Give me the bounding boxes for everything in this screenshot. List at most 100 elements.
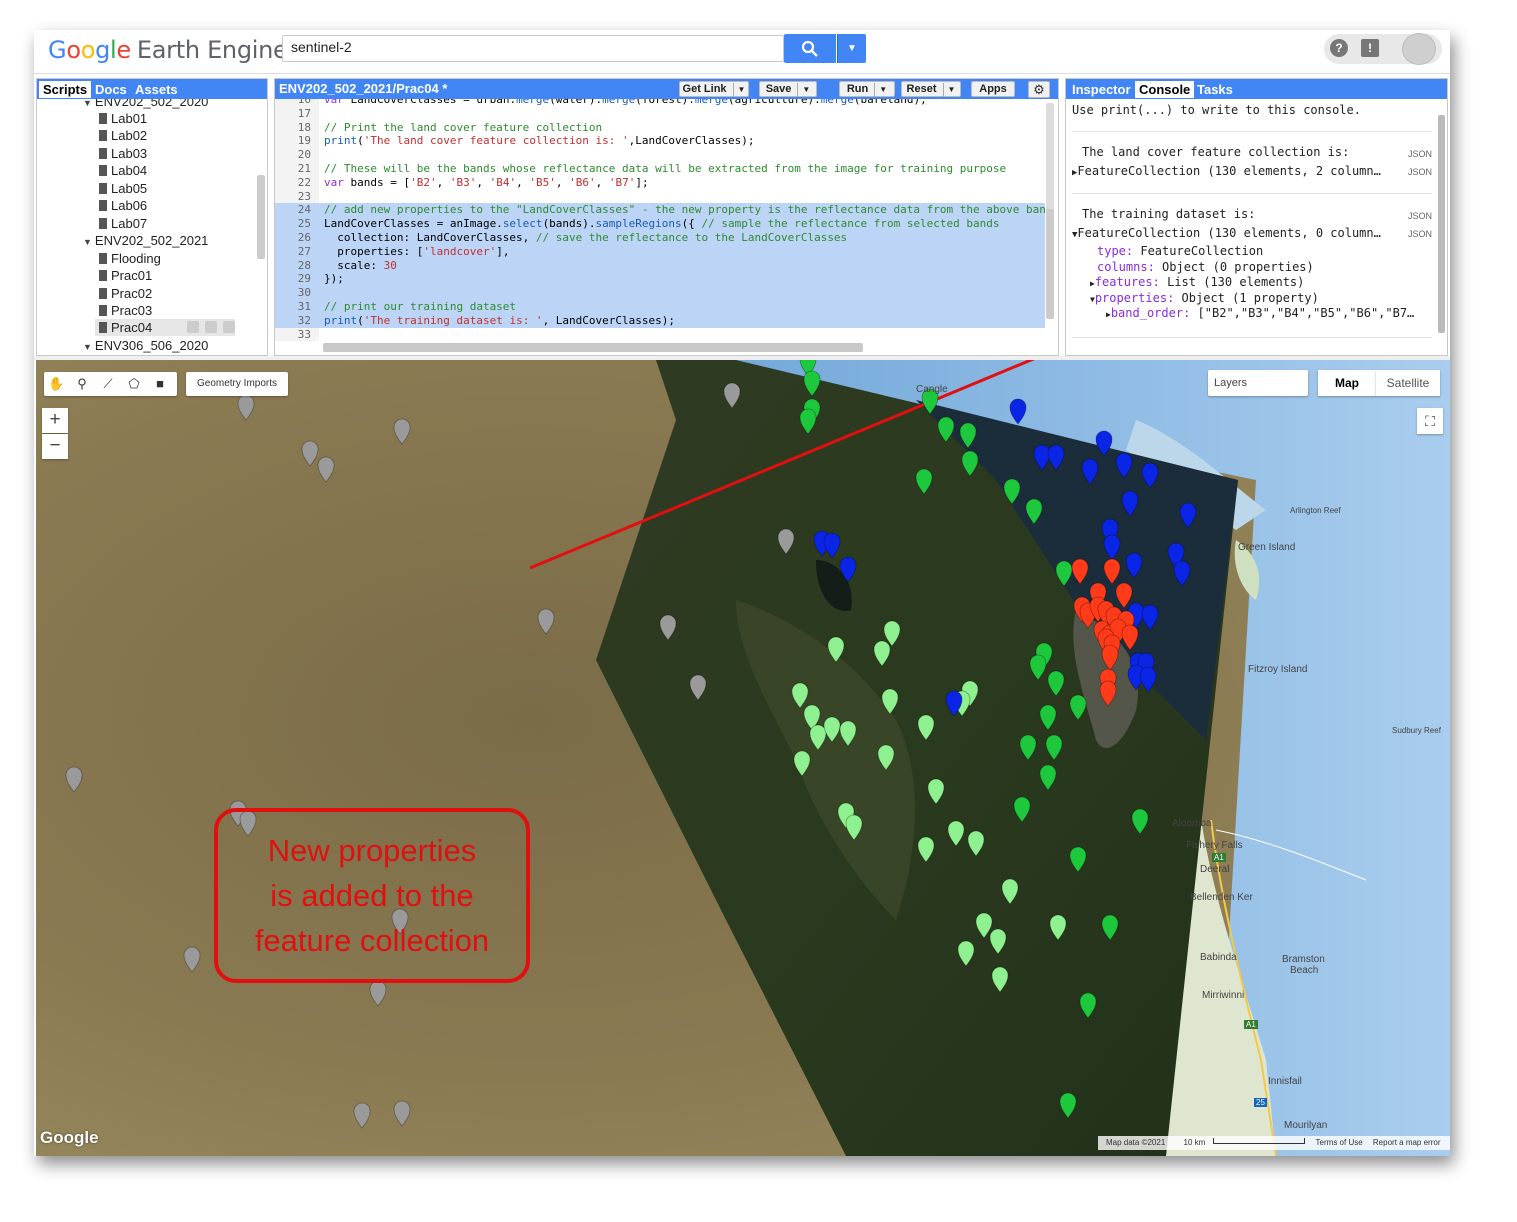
map-type-satellite-button[interactable]: Satellite (1376, 370, 1440, 396)
zoom-out-button[interactable]: − (42, 434, 68, 459)
script-tree: ▼ ENV202_502_2020 Lab01 Lab02 Lab03 Lab04… (37, 99, 259, 355)
tab-docs[interactable]: Docs (91, 81, 131, 98)
history-icon[interactable] (187, 321, 199, 333)
code-line[interactable]: 32 print('The training dataset is: ', Lan… (275, 313, 1045, 328)
draw-rectangle-icon[interactable]: ■ (152, 376, 168, 392)
tree-file[interactable]: Lab03 (99, 145, 147, 162)
tab-assets[interactable]: Assets (131, 81, 182, 98)
get-link-button[interactable]: Get Link ▼ (679, 81, 749, 97)
editor-hscrollbar[interactable] (323, 343, 863, 352)
console-output: Use print(...) to write to this console.… (1066, 99, 1438, 355)
code-area[interactable]: 16 var LandCoverClasses = urban.merge(wat… (275, 99, 1045, 341)
code-line[interactable]: 29}); (275, 272, 1045, 287)
apps-button[interactable]: Apps (971, 81, 1015, 97)
layers-button[interactable]: Layers (1208, 370, 1308, 396)
reset-button[interactable]: Reset ▼ (901, 81, 961, 97)
script-title: ENV202_502_2021/Prac04 * (279, 81, 448, 96)
tab-tasks[interactable]: Tasks (1193, 81, 1237, 98)
console-prop-columns[interactable]: columns: Object (0 properties) (1097, 260, 1314, 275)
code-line[interactable]: 17 (275, 107, 1045, 121)
code-line[interactable]: 30 (275, 286, 1045, 301)
map-view[interactable]: ✋ ⚲ ⟋ ⬠ ■ Geometry Imports + − Layers Ma… (36, 360, 1450, 1156)
scripts-panel: Scripts Docs Assets ▼ ENV202_502_2020 Lab… (36, 78, 268, 356)
feedback-icon[interactable]: ! (1361, 39, 1379, 57)
json-button[interactable]: JSON (1408, 167, 1432, 177)
tree-folder[interactable]: ▼ ENV202_502_2020 (83, 99, 208, 110)
place-label: Bellenden Ker (1190, 892, 1253, 903)
chevron-down-icon: ▼ (797, 83, 810, 97)
editor-vscrollbar[interactable] (1046, 209, 1054, 319)
tree-file-selected[interactable]: Prac04 (95, 319, 235, 336)
search-button[interactable] (784, 34, 836, 63)
code-line[interactable]: 31// print our training dataset (275, 300, 1045, 314)
search-input[interactable]: sentinel-2 (282, 35, 784, 62)
report-error-link[interactable]: Report a map error (1373, 1138, 1441, 1147)
json-button[interactable]: JSON (1408, 149, 1432, 159)
map-type-map-button[interactable]: Map (1318, 370, 1376, 396)
search-dropdown-button[interactable]: ▼ (837, 34, 866, 63)
tree-file[interactable]: Lab07 (99, 215, 147, 232)
tree-file[interactable]: Lab02 (99, 127, 147, 144)
tree-file[interactable]: Lab04 (99, 162, 147, 179)
tree-folder[interactable]: ▼ ENV306_506_2020 (83, 337, 208, 354)
tree-file[interactable]: Lab05 (99, 180, 147, 197)
code-line[interactable]: 21// These will be the bands whose refle… (275, 162, 1045, 176)
save-button[interactable]: Save ▼ (759, 81, 817, 97)
top-header: Google Earth Engine sentinel-2 ▼ ? ! (34, 30, 1450, 74)
tree-folder[interactable]: ▼ ENV202_502_2021 (83, 232, 208, 249)
json-button[interactable]: JSON (1408, 229, 1432, 239)
draw-line-icon[interactable]: ⟋ (100, 376, 116, 392)
scale-bar (1213, 1138, 1306, 1144)
tree-file[interactable]: Lab01 (99, 110, 147, 127)
terms-link[interactable]: Terms of Use (1316, 1138, 1363, 1147)
code-line[interactable]: 24// add new properties to the "LandCove… (275, 203, 1045, 218)
console-prop-properties[interactable]: ▼properties: Object (1 property) (1090, 291, 1319, 306)
tree-file[interactable]: Prac03 (99, 302, 152, 319)
drawing-tools: ✋ ⚲ ⟋ ⬠ ■ (44, 372, 177, 396)
code-line[interactable]: 27 properties: ['landcover'], (275, 244, 1045, 259)
code-line[interactable]: 26 collection: LandCoverClasses, // save… (275, 231, 1045, 245)
add-marker-icon[interactable]: ⚲ (74, 376, 90, 392)
avatar[interactable] (1402, 33, 1436, 65)
tree-file[interactable]: Prac01 (99, 267, 152, 284)
console-hint: Use print(...) to write to this console. (1072, 103, 1361, 117)
code-line[interactable]: 33 (275, 328, 1045, 341)
gear-icon[interactable]: ⚙ (1028, 81, 1050, 98)
chevron-down-icon: ▼ (942, 83, 955, 97)
tab-inspector[interactable]: Inspector (1068, 81, 1135, 98)
scripts-scrollbar[interactable] (257, 175, 265, 259)
tree-file[interactable]: Lab06 (99, 197, 147, 214)
geometry-imports-button[interactable]: Geometry Imports (186, 372, 288, 396)
code-line[interactable]: 28 scale: 30 (275, 258, 1045, 273)
tab-scripts[interactable]: Scripts (39, 81, 92, 98)
help-icon[interactable]: ? (1330, 39, 1348, 57)
code-line[interactable]: 19 print('The land cover feature collecti… (275, 134, 1045, 148)
code-line[interactable]: 25 LandCoverClasses = anImage.select(band… (275, 217, 1045, 232)
file-icon (99, 253, 107, 264)
console-object[interactable]: ▼FeatureCollection (130 elements, 0 colu… (1072, 226, 1381, 241)
code-line[interactable]: 18// Print the land cover feature collec… (275, 121, 1045, 135)
tree-file[interactable]: Prac02 (99, 285, 152, 302)
json-button[interactable]: JSON (1408, 211, 1432, 221)
scripts-panel-tabs: Scripts Docs Assets (37, 79, 267, 99)
code-line[interactable]: 22 var bands = ['B2', 'B3', 'B4', 'B5', '… (275, 176, 1045, 190)
code-line[interactable]: 20 (275, 148, 1045, 162)
code-line[interactable]: 23 (275, 190, 1045, 204)
console-scrollbar[interactable] (1438, 115, 1445, 333)
run-button[interactable]: Run ▼ (839, 81, 895, 97)
code-line[interactable]: 16 var LandCoverClasses = urban.merge(wat… (275, 99, 1045, 107)
hand-pan-icon[interactable]: ✋ (48, 376, 64, 392)
zoom-in-button[interactable]: + (42, 408, 68, 433)
fullscreen-icon[interactable]: ⛶ (1417, 408, 1443, 434)
line-number: 23 (297, 189, 311, 203)
tab-console[interactable]: Console (1135, 81, 1195, 98)
draw-polygon-icon[interactable]: ⬠ (126, 376, 142, 392)
console-object[interactable]: ▶FeatureCollection (130 elements, 2 colu… (1072, 164, 1381, 179)
rename-icon[interactable] (205, 321, 217, 333)
console-prop-features[interactable]: ▶features: List (130 elements) (1090, 275, 1304, 290)
earth-engine-logo[interactable]: Google Earth Engine (48, 36, 288, 64)
tree-file[interactable]: Flooding (99, 250, 161, 267)
file-icon (99, 130, 107, 141)
delete-icon[interactable] (223, 321, 235, 333)
console-prop-band-order[interactable]: ▶band_order: ["B2","B3","B4","B5","B6","… (1106, 306, 1414, 321)
